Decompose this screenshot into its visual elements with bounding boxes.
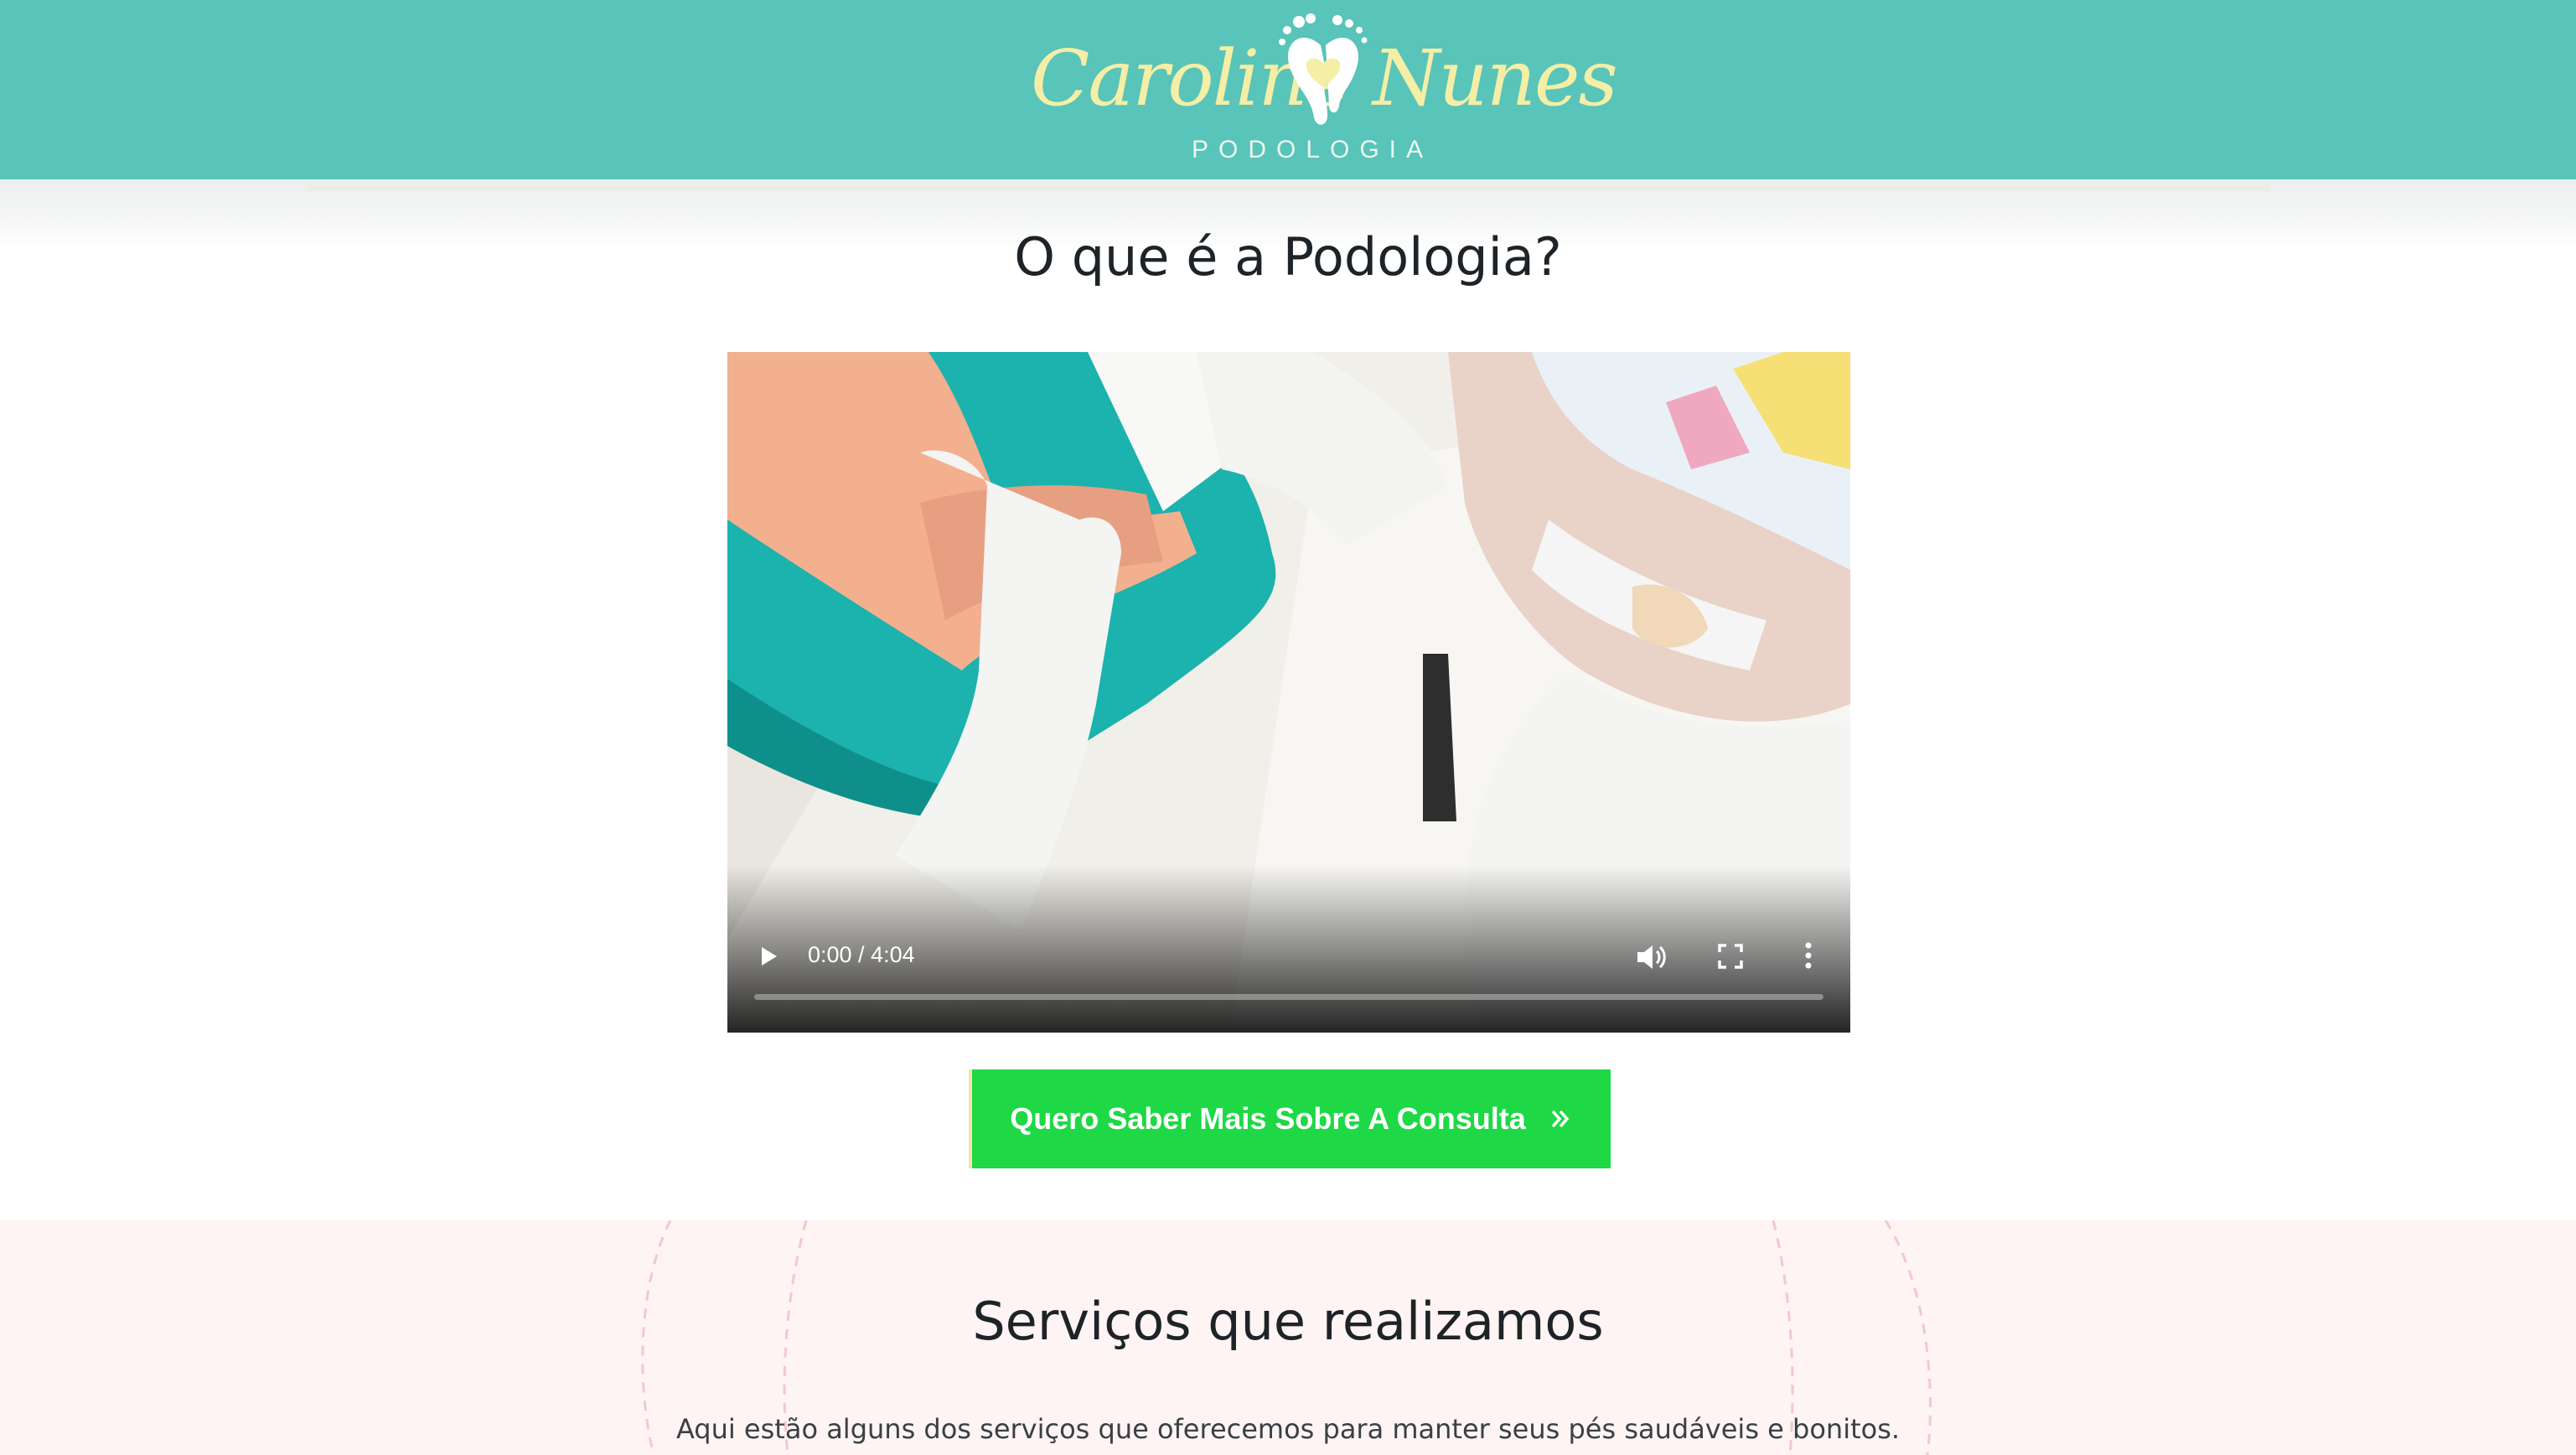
site-header: Caroline Nunes PODOLOGIA <box>0 0 2576 179</box>
video-time-display: 0:00 / 4:04 <box>808 942 915 967</box>
consult-info-button[interactable]: Quero Saber Mais Sobre A Consulta <box>969 1069 1611 1168</box>
volume-icon[interactable] <box>1634 942 1668 972</box>
logo[interactable]: Caroline Nunes PODOLOGIA <box>1031 12 1618 171</box>
services-description: Aqui estão alguns dos serviços que ofere… <box>675 1413 1901 1445</box>
logo-last-name: Nunes <box>1373 34 1618 123</box>
section-title-services: Serviços que realizamos <box>972 1291 1604 1352</box>
play-icon[interactable] <box>756 944 781 969</box>
fullscreen-icon[interactable] <box>1716 942 1745 971</box>
more-options-icon[interactable] <box>1800 939 1817 972</box>
double-chevron-right-icon <box>1551 1110 1570 1128</box>
video-player[interactable]: 0:00 / 4:04 <box>727 352 1850 1033</box>
feet-heart-icon <box>1279 13 1368 125</box>
consult-info-button-label: Quero Saber Mais Sobre A Consulta <box>1010 1101 1526 1136</box>
section-title-podologia: O que é a Podologia? <box>1014 226 1562 287</box>
services-section: Serviços que realizamos Aqui estão algun… <box>0 1220 2576 1455</box>
logo-tagline: PODOLOGIA <box>1191 136 1434 163</box>
video-progress-track[interactable] <box>754 994 1823 1000</box>
